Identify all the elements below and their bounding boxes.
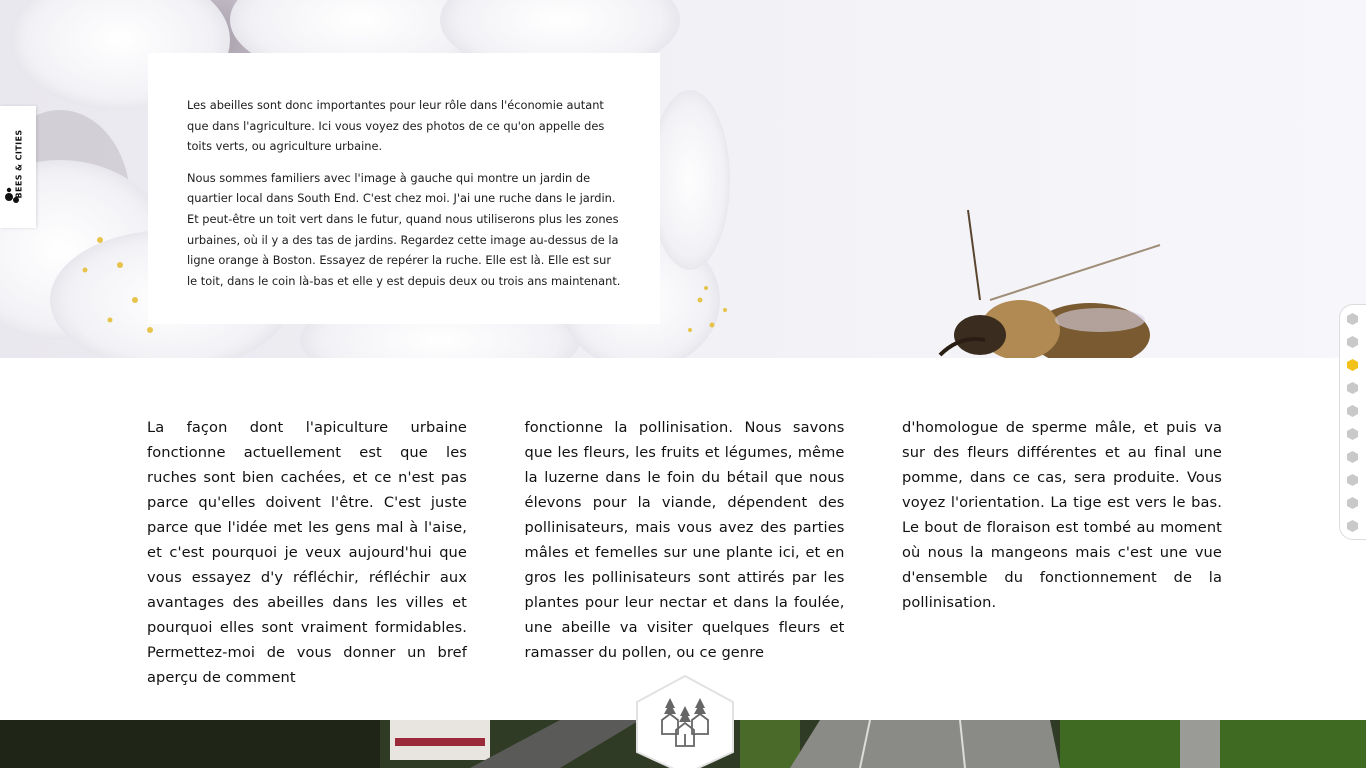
intro-paragraph-1: Les abeilles sont donc importantes pour … [187, 98, 605, 154]
article-column-1: La façon dont l'apiculture urbaine fonct… [147, 419, 467, 686]
houses-and-trees-icon [636, 674, 734, 768]
intro-paragraph-2: Nous sommes familiers avec l'image à gau… [187, 170, 621, 288]
article-column-2: fonctionne la pollinisation. Nous savons… [524, 419, 845, 661]
section-nav-dot[interactable] [1347, 428, 1358, 440]
section-nav-dot[interactable] [1347, 336, 1358, 348]
article-column-3: d'homologue de sperme mâle, et puis va s… [902, 419, 1222, 611]
section-nav-dot[interactable] [1347, 497, 1358, 509]
section-nav-dot[interactable] [1347, 405, 1358, 417]
section-badge [632, 674, 738, 768]
section-nav-dot[interactable] [1347, 474, 1358, 486]
brand-tab[interactable]: BEES & CITIES [0, 106, 36, 228]
article-columns: La façon dont l'apiculture urbaine fonct… [147, 415, 1222, 686]
honeycomb-dots-icon [5, 187, 19, 203]
hero-image: Les abeilles sont donc importantes pour … [0, 0, 1366, 358]
section-nav-dot[interactable] [1347, 520, 1358, 532]
intro-card: Les abeilles sont donc importantes pour … [148, 53, 660, 324]
section-nav-dot[interactable] [1347, 451, 1358, 463]
bee-illustration [938, 209, 1161, 358]
section-nav-dot[interactable] [1347, 382, 1358, 394]
section-nav-dot[interactable] [1347, 359, 1358, 371]
section-nav-dot[interactable] [1347, 313, 1358, 325]
